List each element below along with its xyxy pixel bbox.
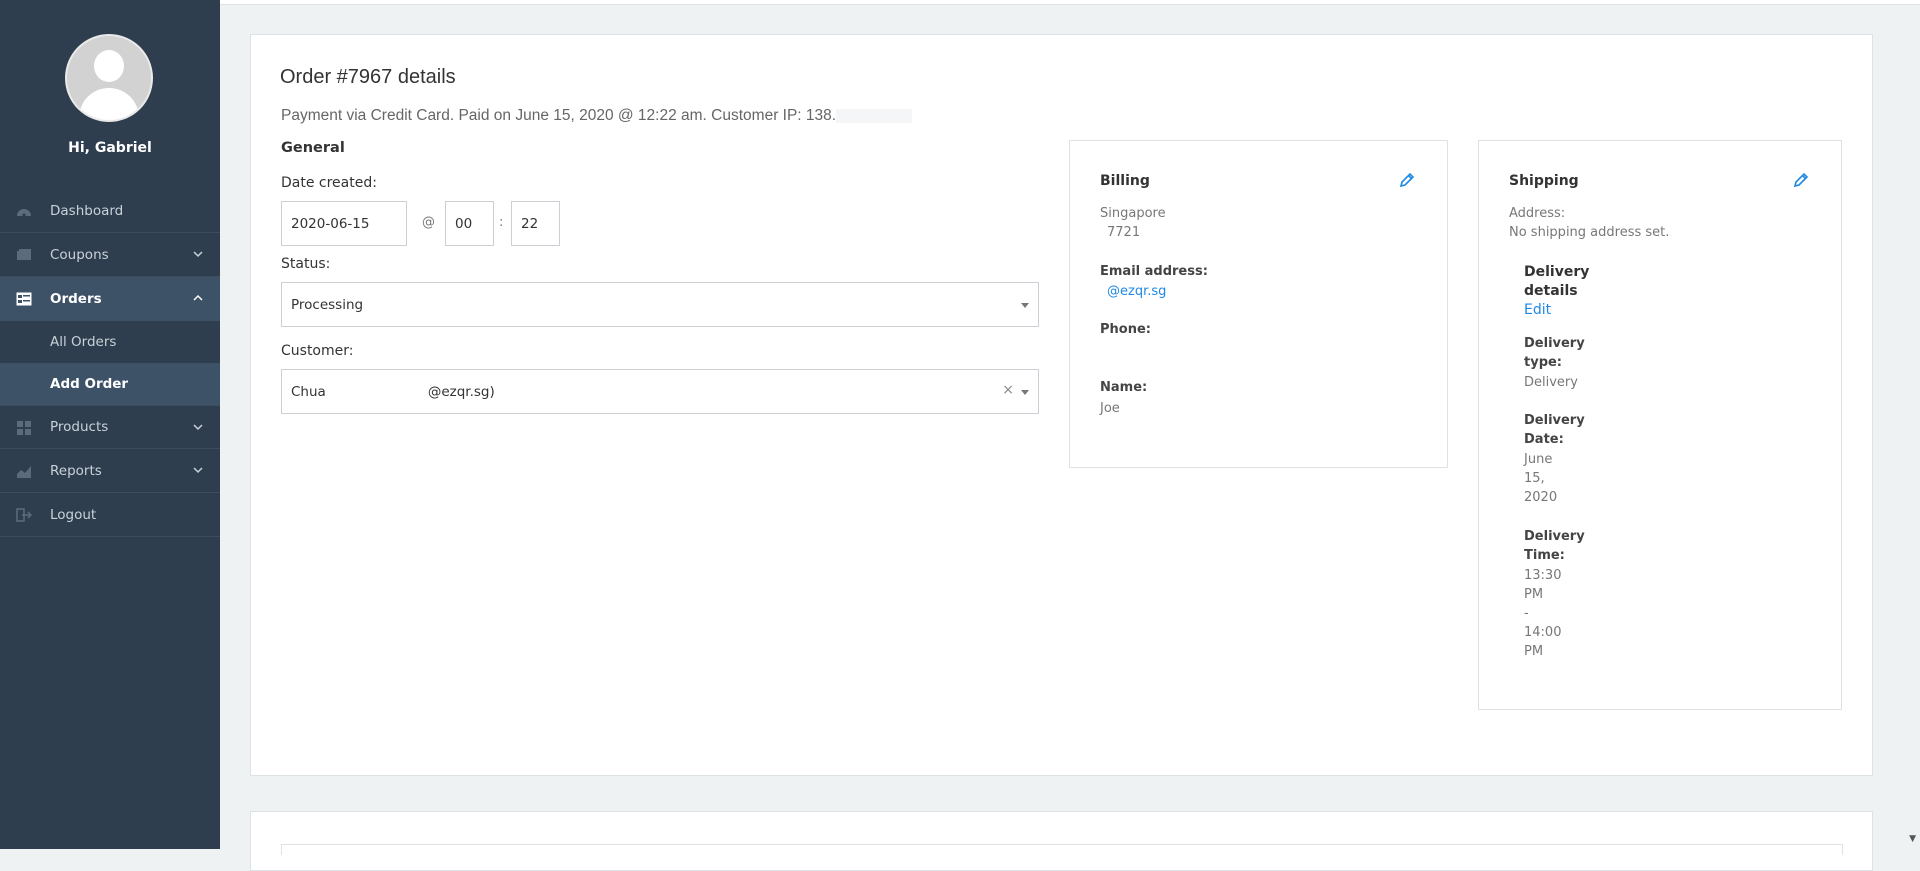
delivery-date-label-l2: Date: [1524,432,1564,447]
scroll-down-arrow-icon[interactable]: ▼ [1909,834,1916,844]
billing-address-line2: 7721 [1107,225,1141,240]
reports-icon [17,466,31,478]
billing-email-link[interactable]: @ezqr.sg [1107,284,1166,299]
products-icon [17,421,31,435]
dashboard-icon [17,209,31,217]
shipping-address-value: No shipping address set. [1509,225,1670,240]
payment-summary-text: Payment via Credit Card. Paid on June 15… [281,107,837,124]
billing-name-label: Name: [1100,380,1148,395]
delivery-time-l3: - [1524,606,1529,621]
edit-pencil-icon[interactable] [1399,172,1415,188]
delivery-date-value-l3: 2020 [1524,490,1558,505]
shipping-address-label: Address: [1509,206,1566,221]
shipping-panel: Shipping Address: No shipping address se… [1478,140,1842,710]
sidebar-nav: Dashboard Coupons Orders All Orders Add … [0,189,220,537]
shipping-title: Shipping [1509,173,1579,189]
order-items-card [250,811,1873,871]
sidebar-item-label: Products [50,419,109,435]
sidebar-item-label: Coupons [50,246,109,263]
chevron-down-icon [193,467,203,474]
sidebar-item-coupons[interactable]: Coupons [0,233,220,277]
delivery-date-label-l1: Delivery [1524,413,1585,428]
sidebar-item-products[interactable]: Products [0,405,220,449]
sidebar: Hi, Gabriel Dashboard Coupons Orders All… [0,0,220,849]
payment-summary: Payment via Credit Card. Paid on June 15… [281,107,913,125]
hour-field[interactable]: 00 [445,201,494,246]
delivery-time-l2: PM [1524,587,1544,602]
sidebar-item-label: Logout [50,506,97,523]
sidebar-item-logout[interactable]: Logout [0,493,220,537]
billing-panel: Billing Singapore 7721 Email address: @e… [1069,140,1448,468]
status-label: Status: [281,256,331,272]
delivery-edit-link[interactable]: Edit [1524,302,1551,318]
delivery-type-value: Delivery [1524,375,1578,390]
billing-title: Billing [1100,173,1150,189]
clear-icon[interactable]: × [1002,382,1014,398]
general-heading: General [281,140,345,156]
customer-select[interactable]: Chua @ezqr.sg) × [281,369,1039,414]
date-created-field[interactable]: 2020-06-15 [281,201,407,246]
delivery-details-heading-l1: Delivery [1524,264,1590,280]
status-value: Processing [291,296,364,313]
chevron-down-icon [193,424,203,431]
billing-name-value: Joe [1100,401,1120,416]
sidebar-item-reports[interactable]: Reports [0,449,220,493]
delivery-time-l4: 14:00 [1524,625,1562,640]
billing-email-label: Email address: [1100,264,1208,279]
customer-email: @ezqr.sg) [427,383,495,400]
orders-icon [16,292,32,306]
delivery-type-label-l1: Delivery [1524,336,1585,351]
coupons-icon [17,249,31,260]
minute-field[interactable]: 22 [511,201,560,246]
delivery-date-value-l2: 15, [1524,471,1545,486]
delivery-time-label-l1: Delivery [1524,529,1585,544]
billing-phone-label: Phone: [1100,322,1151,337]
at-separator: @ [422,215,435,230]
delivery-details-heading-l2: details [1524,283,1578,299]
delivery-time-label-l2: Time: [1524,548,1565,563]
dropdown-arrow-icon [1021,390,1029,395]
sidebar-item-label: Dashboard [50,202,124,219]
sidebar-item-label: Orders [50,291,102,307]
sidebar-item-dashboard[interactable]: Dashboard [0,189,220,233]
chevron-down-icon [193,251,203,258]
avatar [65,34,153,122]
date-created-label: Date created: [281,175,377,191]
sidebar-item-label: Reports [50,462,102,479]
chevron-up-icon [193,294,203,301]
redacted-ip [836,108,913,123]
billing-address-line1: Singapore [1100,206,1166,221]
colon-separator: : [499,215,504,230]
delivery-time-l5: PM [1524,644,1544,659]
top-bar [220,0,1920,5]
edit-pencil-icon[interactable] [1793,172,1809,188]
delivery-type-label-l2: type: [1524,355,1563,370]
delivery-time-l1: 13:30 [1524,568,1562,583]
sidebar-subitem-all-orders[interactable]: All Orders [0,321,220,363]
sidebar-item-orders[interactable]: Orders [0,277,220,321]
greeting: Hi, Gabriel [68,140,152,156]
logout-icon [16,508,32,522]
sidebar-subitem-add-order[interactable]: Add Order [0,363,220,405]
customer-name: Chua [291,383,326,400]
status-select[interactable]: Processing [281,282,1039,327]
page-title: Order #7967 details [280,66,456,88]
customer-label: Customer: [281,343,354,359]
delivery-date-value-l1: June [1524,452,1553,467]
dropdown-arrow-icon [1021,303,1029,308]
